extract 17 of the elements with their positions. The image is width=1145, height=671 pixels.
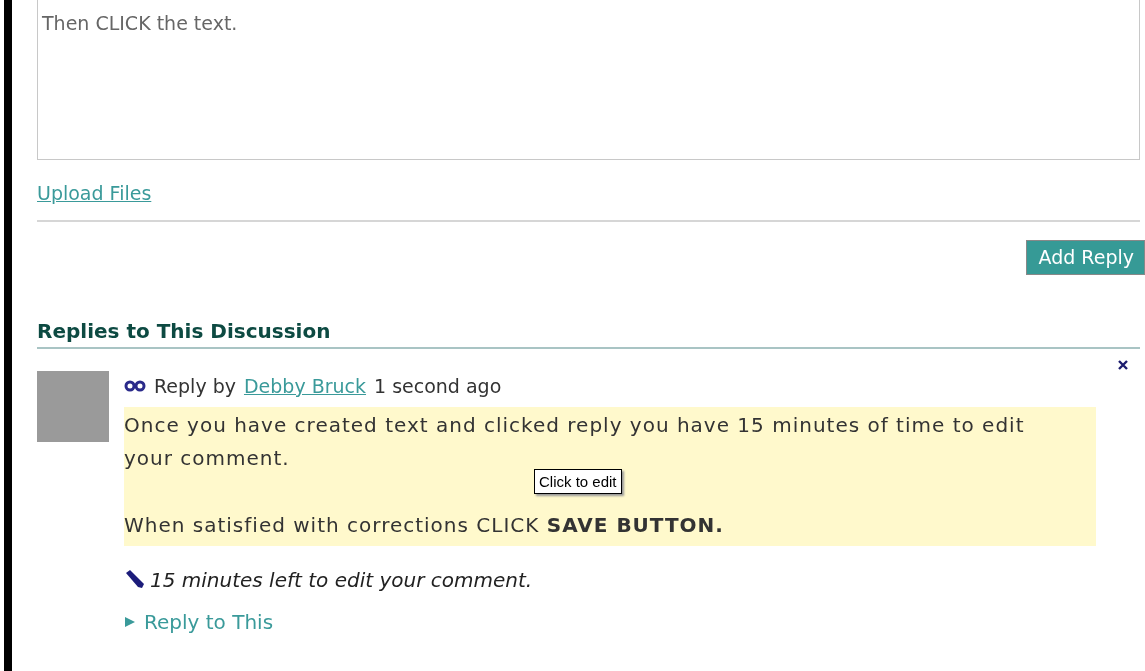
reply-by-label: Reply by [154,375,236,397]
reply-time: 1 second ago [374,375,502,397]
upload-files-link[interactable]: Upload Files [37,182,152,204]
add-reply-button[interactable]: Add Reply [1025,240,1145,275]
author-link[interactable]: Debby Bruck [243,375,367,397]
tooltip: Click to edit [534,469,622,494]
pencil-icon [124,570,146,590]
reply-to-this-link[interactable]: Reply to This [124,610,274,634]
reply-paragraph: Once you have created text and clicked reply you have 15 minutes of time to edit your comment. [124,412,1026,472]
reply-body[interactable]: Once you have created text and clicked reply you have 15 minutes of time to edit your comment. Click to edit When satisfied with corrections CLICK SAVE BUTTON. [124,407,1096,546]
reply-paragraph: When satisfied with corrections CLICK SAVE BUTTON. [124,512,725,539]
link-icon [124,380,146,392]
section-heading: Replies to This Discussion [37,319,1140,349]
avatar-placeholder [37,371,109,442]
reply-text-area[interactable]: Then CLICK the text. [37,0,1140,160]
triangle-icon [124,616,136,628]
edit-time-notice: 15 minutes left to edit your comment. [150,568,533,592]
